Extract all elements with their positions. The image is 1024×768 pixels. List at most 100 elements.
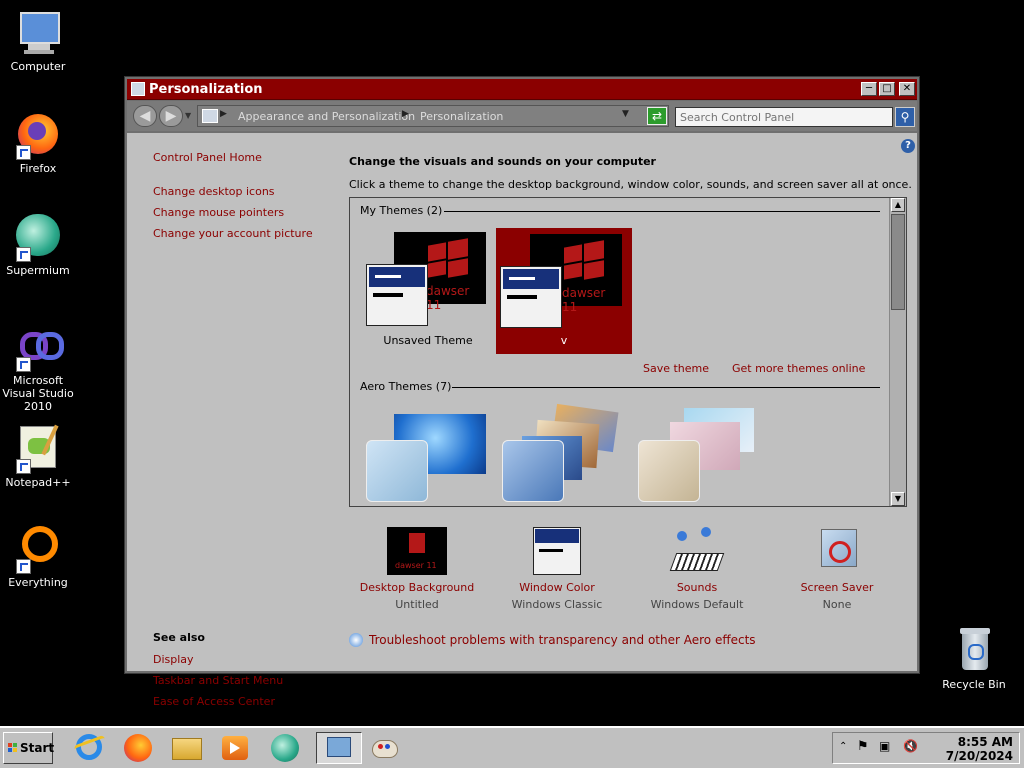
forward-button[interactable]: ▶ [159,105,183,127]
aero-glass-preview [638,440,700,502]
shortcut-arrow-icon [16,145,31,160]
windows-logo-icon [564,240,604,282]
volume-muted-icon[interactable]: 🔇 [903,739,918,753]
desktop-icon-computer[interactable]: Computer [0,8,76,73]
desktop-background-icon: dawser 11 [387,527,447,575]
aero-theme-architecture[interactable] [498,403,634,506]
start-label: Start [20,741,55,755]
group-divider [444,211,880,212]
desktop-icon-supermium[interactable]: Supermium [0,212,76,277]
theme-name: Unsaved Theme [383,334,473,347]
aero-glass-preview [366,440,428,502]
close-button[interactable]: ✕ [899,82,915,96]
desktop-icon-everything[interactable]: Everything [0,524,76,589]
wallpaper-text: dawser 11 [426,284,470,312]
help-icon[interactable]: ? [901,139,915,153]
aero-theme-characters[interactable] [634,408,770,506]
back-button[interactable]: ◀ [133,105,157,127]
desktop-icon-label: Recycle Bin [942,678,1006,691]
desktop-icon-recycle-bin[interactable]: Recycle Bin [936,626,1012,691]
see-also-heading: See also [153,631,205,644]
setting-name: Screen Saver [800,581,874,594]
aero-themes-label: Aero Themes (7) [360,380,452,393]
internet-explorer-icon[interactable] [72,732,107,764]
setting-value: Untitled [395,598,439,611]
troubleshoot-link[interactable]: Troubleshoot problems with transparency … [369,633,756,647]
system-tray: ⌃ ⚑ ▣ 🔇 8:55 AM 7/20/2024 [832,732,1020,764]
change-account-picture-link[interactable]: Change your account picture [153,227,313,240]
network-icon[interactable]: ▣ [879,739,890,753]
setting-value: Windows Default [650,598,744,611]
scroll-thumb[interactable] [891,214,905,310]
sounds-setting[interactable]: Sounds Windows Default [637,527,757,611]
aero-glass-preview [502,440,564,502]
desktop-icon-label: Microsoft Visual Studio 2010 [2,374,74,413]
windows-flag-icon [8,743,18,753]
desktop-icon-label: Everything [8,576,68,589]
action-center-flag-icon[interactable]: ⚑ [857,739,869,754]
shortcut-arrow-icon [16,247,31,262]
theme-unsaved[interactable]: dawser 11 Unsaved Theme [358,224,494,352]
shortcut-arrow-icon [16,357,31,372]
breadcrumb-appearance[interactable]: Appearance and Personalization [238,110,415,123]
supermium-icon[interactable] [268,732,302,764]
save-theme-link[interactable]: Save theme [643,362,709,375]
windows-logo-icon [428,238,468,280]
refresh-button[interactable]: ⇄ [647,107,667,125]
shortcut-arrow-icon [16,459,31,474]
scroll-up-button[interactable]: ▲ [891,198,905,212]
desktop-icon-visual-studio[interactable]: Microsoft Visual Studio 2010 [0,322,76,413]
themes-list[interactable]: My Themes (2) dawser 11 Unsaved Theme da… [349,197,907,507]
sounds-icon [667,527,727,575]
clock-time: 8:55 AM [957,735,1013,749]
theme-v-selected[interactable]: dawser 11 v [496,228,632,354]
file-explorer-icon[interactable] [170,732,204,764]
setting-name: Window Color [519,581,595,594]
media-player-icon[interactable] [218,732,252,764]
change-desktop-icons-link[interactable]: Change desktop icons [153,185,275,198]
visual-studio-icon [14,322,64,372]
show-hidden-icons-button[interactable]: ⌃ [839,741,847,752]
scroll-down-button[interactable]: ▼ [891,492,905,506]
chevron-right-icon[interactable]: ▶ [220,109,227,119]
title-bar[interactable]: Personalization ─ □ ✕ [127,79,917,100]
computer-icon [14,8,62,56]
personalization-window: Personalization ─ □ ✕ ◀ ▶ ▼ ▶ Appearance… [124,76,920,708]
firefox-icon[interactable] [120,732,154,764]
themes-scrollbar[interactable]: ▲ ▼ [889,198,906,506]
desktop-background-setting[interactable]: dawser 11 Desktop Background Untitled [357,527,477,611]
aero-theme-windows-7[interactable] [362,408,498,506]
chevron-right-icon[interactable]: ▶ [402,109,409,119]
display-link[interactable]: Display [153,653,194,666]
troubleshoot-icon [349,633,363,647]
clock-date: 7/20/2024 [945,749,1013,763]
change-mouse-pointers-link[interactable]: Change mouse pointers [153,206,284,219]
chevron-down-icon[interactable]: ▼ [622,109,629,119]
taskbar-start-menu-link[interactable]: Taskbar and Start Menu [153,674,283,687]
search-icon[interactable]: ⚲ [895,107,915,127]
get-more-themes-link[interactable]: Get more themes online [732,362,865,375]
paint-icon[interactable] [368,732,402,764]
content-area: Control Panel Home Change desktop icons … [127,133,917,708]
desktop-icon-label: Firefox [19,162,57,175]
setting-name: Desktop Background [359,581,475,594]
window-color-preview [366,264,428,326]
desktop-icon-notepadpp[interactable]: Notepad++ [0,424,76,489]
maximize-button[interactable]: □ [879,82,895,96]
control-panel-icon[interactable] [316,732,362,764]
breadcrumb[interactable]: ▶ Appearance and Personalization ▶ Perso… [197,105,669,127]
screen-saver-setting[interactable]: Screen Saver None [777,527,897,611]
setting-value: Windows Classic [511,598,603,611]
recent-pages-dropdown[interactable]: ▼ [185,111,191,120]
desktop-icon-firefox[interactable]: Firefox [0,110,76,175]
taskbar: Start ⌃ ⚑ ▣ 🔇 8:55 AM 7/20/2024 [0,726,1024,768]
breadcrumb-personalization[interactable]: Personalization [420,110,503,123]
search-input[interactable] [675,107,893,127]
minimize-button[interactable]: ─ [861,82,877,96]
control-panel-home-link[interactable]: Control Panel Home [153,151,262,164]
clock[interactable]: 8:55 AM 7/20/2024 [946,735,1013,763]
page-description: Click a theme to change the desktop back… [349,178,912,191]
ease-of-access-link[interactable]: Ease of Access Center [153,695,275,708]
start-button[interactable]: Start [3,732,55,764]
window-color-setting[interactable]: Window Color Windows Classic [497,527,617,611]
